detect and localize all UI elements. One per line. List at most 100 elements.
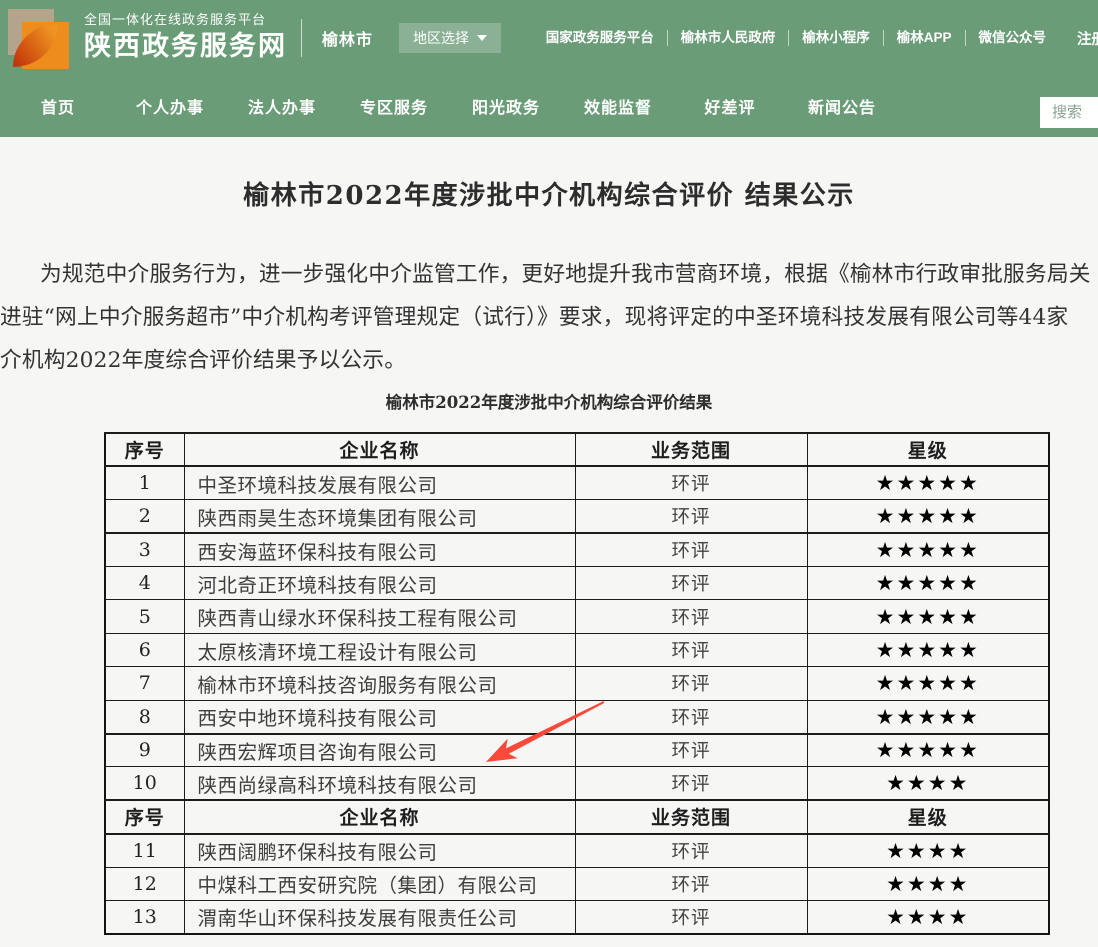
table-row: 9陕西宏辉项目咨询有限公司环评★★★★★ <box>105 734 1049 767</box>
table-header-row: 序号企业名称业务范围星级 <box>105 433 1049 466</box>
top-bar: 全国一体化在线政务服务平台 陕西政务服务网 榆林市 地区选择 国家政务服务平台榆… <box>0 0 1098 75</box>
business-scope-cell: 环评 <box>575 600 807 633</box>
star-rating-cell: ★★★★ <box>807 867 1049 900</box>
column-header-0: 序号 <box>105 800 184 833</box>
header-divider <box>301 19 302 57</box>
evaluation-results-table: 序号企业名称业务范围星级1中圣环境科技发展有限公司环评★★★★★2陕西雨昊生态环… <box>104 432 1050 935</box>
row-number-cell: 9 <box>105 734 184 767</box>
star-rating-cell: ★★★★ <box>807 900 1049 933</box>
search-input[interactable] <box>1040 97 1098 128</box>
table-row: 6太原核清环境工程设计有限公司环评★★★★★ <box>105 633 1049 666</box>
nav-item-1[interactable]: 个人办事 <box>114 94 226 118</box>
nav-item-5[interactable]: 效能监督 <box>562 94 674 118</box>
company-name-cell: 陕西雨昊生态环境集团有限公司 <box>184 500 575 533</box>
table-row: 5陕西青山绿水环保科技工程有限公司环评★★★★★ <box>105 600 1049 633</box>
star-rating-cell: ★★★★★ <box>807 633 1049 666</box>
row-number-cell: 6 <box>105 633 184 666</box>
column-header-2: 业务范围 <box>575 800 807 833</box>
business-scope-cell: 环评 <box>575 767 807 800</box>
table-row: 2陕西雨昊生态环境集团有限公司环评★★★★★ <box>105 500 1049 533</box>
header-link-3[interactable]: 榆林APP <box>883 30 952 46</box>
company-name-cell: 河北奇正环境科技有限公司 <box>184 567 575 600</box>
table-body: 序号企业名称业务范围星级1中圣环境科技发展有限公司环评★★★★★2陕西雨昊生态环… <box>105 433 1049 934</box>
current-city-label: 榆林市 <box>322 26 373 50</box>
star-rating-cell: ★★★★★ <box>807 667 1049 700</box>
paragraph-line-3: 介机构2022年度综合评价结果予以公示。 <box>0 339 1098 382</box>
business-scope-cell: 环评 <box>575 466 807 499</box>
company-name-cell: 西安海蓝环保科技有限公司 <box>184 533 575 566</box>
star-rating-cell: ★★★★★ <box>807 734 1049 767</box>
business-scope-cell: 环评 <box>575 567 807 600</box>
nav-item-7[interactable]: 新闻公告 <box>786 94 898 118</box>
nav-item-4[interactable]: 阳光政务 <box>450 94 562 118</box>
row-number-cell: 11 <box>105 834 184 867</box>
header-links: 国家政务服务平台榆林市人民政府榆林小程序榆林APP 微信公众号 <box>546 30 1046 46</box>
paragraph-line-2: 进驻“网上中介服务超市”中介机构考评管理规定（试行）》要求，现将评定的中圣环境科… <box>0 296 1098 339</box>
business-scope-cell: 环评 <box>575 900 807 933</box>
site-title: 陕西政务服务网 <box>84 31 287 62</box>
row-number-cell: 12 <box>105 867 184 900</box>
company-name-cell: 西安中地环境科技有限公司 <box>184 700 575 733</box>
star-rating-cell: ★★★★★ <box>807 533 1049 566</box>
platform-tagline: 全国一体化在线政务服务平台 <box>84 13 287 28</box>
page-title: 榆林市2022年度涉批中介机构综合评价 结果公示 <box>0 175 1098 212</box>
row-number-cell: 7 <box>105 667 184 700</box>
column-header-1: 企业名称 <box>184 800 575 833</box>
column-header-3: 星级 <box>807 433 1049 466</box>
business-scope-cell: 环评 <box>575 633 807 666</box>
row-number-cell: 2 <box>105 500 184 533</box>
region-select-button[interactable]: 地区选择 <box>399 23 501 53</box>
table-row: 11陕西阔鹏环保科技有限公司环评★★★★ <box>105 834 1049 867</box>
star-rating-cell: ★★★★ <box>807 834 1049 867</box>
column-header-0: 序号 <box>105 433 184 466</box>
header-link-1[interactable]: 榆林市人民政府 <box>667 30 776 46</box>
column-header-1: 企业名称 <box>184 433 575 466</box>
row-number-cell: 1 <box>105 466 184 499</box>
table-row: 1中圣环境科技发展有限公司环评★★★★★ <box>105 466 1049 499</box>
table-row: 12中煤科工西安研究院（集团）有限公司环评★★★★ <box>105 867 1049 900</box>
company-name-cell: 中圣环境科技发展有限公司 <box>184 466 575 499</box>
company-name-cell: 渭南华山环保科技发展有限责任公司 <box>184 900 575 933</box>
company-name-cell: 陕西尚绿高科环境科技有限公司 <box>184 767 575 800</box>
region-select-label: 地区选择 <box>413 28 469 48</box>
header-link-4[interactable]: 微信公众号 <box>965 30 1047 46</box>
table-row: 3西安海蓝环保科技有限公司环评★★★★★ <box>105 533 1049 566</box>
business-scope-cell: 环评 <box>575 867 807 900</box>
nav-item-2[interactable]: 法人办事 <box>226 94 338 118</box>
table-row: 8西安中地环境科技有限公司环评★★★★★ <box>105 700 1049 733</box>
table-row: 10陕西尚绿高科环境科技有限公司环评★★★★ <box>105 767 1049 800</box>
star-rating-cell: ★★★★★ <box>807 500 1049 533</box>
table-row: 13渭南华山环保科技发展有限责任公司环评★★★★ <box>105 900 1049 933</box>
announcement-paragraph: 为规范中介服务行为，进一步强化中介监管工作，更好地提升我市营商环境，根据《榆林市… <box>0 253 1098 382</box>
table-row: 4河北奇正环境科技有限公司环评★★★★★ <box>105 567 1049 600</box>
row-number-cell: 13 <box>105 900 184 933</box>
company-name-cell: 中煤科工西安研究院（集团）有限公司 <box>184 867 575 900</box>
row-number-cell: 10 <box>105 767 184 800</box>
business-scope-cell: 环评 <box>575 700 807 733</box>
company-name-cell: 陕西宏辉项目咨询有限公司 <box>184 734 575 767</box>
nav-item-3[interactable]: 专区服务 <box>338 94 450 118</box>
header-link-0[interactable]: 国家政务服务平台 <box>546 30 654 46</box>
brand-block: 全国一体化在线政务服务平台 陕西政务服务网 <box>84 13 287 63</box>
site-logo <box>8 6 72 70</box>
column-header-3: 星级 <box>807 800 1049 833</box>
row-number-cell: 5 <box>105 600 184 633</box>
business-scope-cell: 环评 <box>575 734 807 767</box>
row-number-cell: 4 <box>105 567 184 600</box>
register-link[interactable]: 注册 <box>1077 28 1098 49</box>
chevron-down-icon <box>477 35 487 41</box>
company-name-cell: 陕西青山绿水环保科技工程有限公司 <box>184 600 575 633</box>
table-row: 7榆林市环境科技咨询服务有限公司环评★★★★★ <box>105 667 1049 700</box>
main-nav: 首页个人办事法人办事专区服务阳光政务效能监督好差评新闻公告 <box>0 75 1098 137</box>
star-rating-cell: ★★★★★ <box>807 466 1049 499</box>
paragraph-line-1: 为规范中介服务行为，进一步强化中介监管工作，更好地提升我市营商环境，根据《榆林市… <box>0 253 1098 296</box>
header-link-2[interactable]: 榆林小程序 <box>788 30 870 46</box>
business-scope-cell: 环评 <box>575 834 807 867</box>
row-number-cell: 8 <box>105 700 184 733</box>
site-header: 全国一体化在线政务服务平台 陕西政务服务网 榆林市 地区选择 国家政务服务平台榆… <box>0 0 1098 137</box>
nav-item-6[interactable]: 好差评 <box>674 94 786 118</box>
star-rating-cell: ★★★★★ <box>807 700 1049 733</box>
company-name-cell: 太原核清环境工程设计有限公司 <box>184 633 575 666</box>
business-scope-cell: 环评 <box>575 500 807 533</box>
nav-item-0[interactable]: 首页 <box>2 94 114 118</box>
